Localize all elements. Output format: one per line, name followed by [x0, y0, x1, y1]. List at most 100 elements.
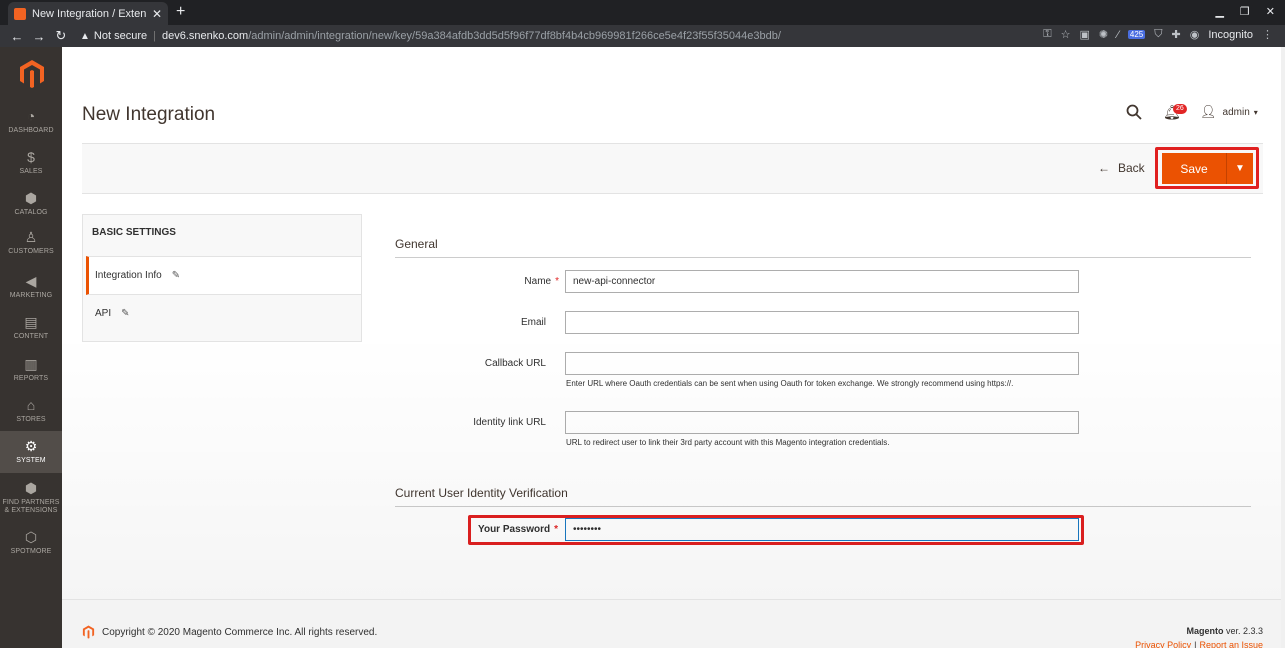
copyright-text: Copyright © 2020 Magento Commerce Inc. A…: [102, 626, 378, 638]
sidebar-item-catalog[interactable]: ⬢ CATALOG: [0, 190, 62, 231]
person-icon: ♙: [24, 229, 38, 245]
pen-extension-icon[interactable]: ⁄: [1117, 29, 1119, 41]
sidebar-item-dashboard[interactable]: ◔ DASHBOARD: [0, 108, 62, 149]
arrow-left-icon: ←: [1098, 161, 1110, 175]
store-icon: ⌂: [26, 397, 36, 413]
close-tab-icon[interactable]: ✕: [152, 7, 162, 21]
callback-url-field[interactable]: [565, 352, 1079, 375]
extension-badge[interactable]: 425: [1127, 30, 1146, 39]
back-arrow-icon[interactable]: ←: [6, 29, 28, 44]
hexagon-icon: ⬡: [24, 529, 38, 545]
link-separator: |: [1194, 640, 1197, 648]
browser-tab[interactable]: New Integration / Extensi ✕: [8, 2, 168, 25]
sidebar-item-sales[interactable]: $ SALES: [0, 149, 62, 190]
email-field[interactable]: [565, 311, 1079, 334]
footer-version: Magento ver. 2.3.3: [1186, 626, 1263, 636]
back-label: Back: [1118, 161, 1145, 175]
sidebar-item-label: STORES: [16, 416, 46, 423]
gear-icon: ⚙: [24, 438, 38, 454]
bar-chart-icon: ▥: [24, 356, 38, 372]
url-field[interactable]: ▲ Not secure | dev6.snenko.com /admin/ad…: [80, 27, 781, 45]
url-host: dev6.snenko.com: [161, 30, 249, 42]
section-divider: [395, 506, 1251, 507]
page-scrollbar[interactable]: [1281, 47, 1285, 648]
sidebar-item-label: CATALOG: [14, 209, 48, 216]
user-menu[interactable]: 👤︎ admin ▾: [1200, 104, 1258, 120]
page-actions-bar: [82, 143, 1263, 194]
callback-url-note: Enter URL where Oauth credentials can be…: [566, 379, 1014, 388]
back-button[interactable]: ← Back: [1098, 161, 1145, 175]
sidebar-item-customers[interactable]: ♙ CUSTOMERS: [0, 229, 62, 270]
browser-extensions: ⚿ ☆ ▣ ✺ ⁄ 425 ⛉ ✚ ◉ Incognito ⋮: [1043, 28, 1273, 41]
warning-icon: ▲: [80, 30, 90, 42]
dashboard-icon: ◔: [26, 108, 36, 124]
sidebar-item-label: CUSTOMERS: [8, 248, 54, 255]
shield-icon[interactable]: ⛉: [1154, 28, 1162, 41]
footer-links: Privacy Policy | Report an Issue: [1135, 640, 1263, 648]
translate-icon[interactable]: ▣: [1079, 28, 1089, 41]
identity-link-url-field[interactable]: [565, 411, 1079, 434]
star-icon[interactable]: ☆: [1061, 28, 1071, 41]
forward-arrow-icon[interactable]: →: [28, 29, 50, 44]
new-tab-button[interactable]: +: [176, 3, 185, 21]
email-label: Email: [520, 317, 546, 328]
required-asterisk: *: [555, 276, 559, 287]
version-text: ver. 2.3.3: [1225, 626, 1263, 636]
privacy-policy-link[interactable]: Privacy Policy: [1135, 640, 1191, 648]
extension-gear-icon[interactable]: ✺: [1099, 28, 1108, 41]
restore-icon[interactable]: ❐: [1240, 5, 1250, 18]
sidebar-item-system[interactable]: ⚙ SYSTEM: [0, 431, 62, 473]
minimize-icon[interactable]: ▁: [1215, 5, 1223, 18]
magento-logo-icon[interactable]: [19, 59, 45, 89]
sidebar-item-label: SYSTEM: [16, 457, 46, 464]
report-issue-link[interactable]: Report an Issue: [1199, 640, 1263, 648]
name-label: Name *: [407, 276, 559, 287]
sidebar-item-content[interactable]: ▤ CONTENT: [0, 314, 62, 355]
save-split-toggle[interactable]: ▼: [1226, 153, 1253, 184]
search-icon[interactable]: [1126, 104, 1142, 120]
chevron-down-icon: ▾: [1253, 107, 1258, 117]
puzzle-icon[interactable]: ✚: [1172, 28, 1181, 41]
sidebar-item-reports[interactable]: ▥ REPORTS: [0, 356, 62, 397]
sidebar-item-spotmore[interactable]: ⬡ SPOTMORE: [0, 529, 62, 570]
user-name: admin: [1222, 106, 1250, 118]
required-asterisk: *: [554, 524, 558, 535]
sidebar-item-label: FIND PARTNERS & EXTENSIONS: [2, 499, 60, 514]
save-label: Save: [1180, 161, 1208, 176]
magento-footer-logo-icon: [82, 625, 95, 639]
cube-icon: ⬢: [24, 190, 38, 206]
general-section-title: General: [395, 237, 438, 251]
identity-link-url-label: Identity link URL: [473, 417, 546, 428]
tab-integration-info[interactable]: Integration Info ✎: [86, 256, 361, 295]
content-icon: ▤: [24, 314, 38, 330]
not-secure-label: Not secure: [93, 30, 148, 42]
sidebar-item-label: DASHBOARD: [8, 127, 54, 134]
key-icon[interactable]: ⚿: [1043, 28, 1051, 41]
save-button[interactable]: Save: [1162, 153, 1226, 184]
password-field[interactable]: [565, 518, 1079, 541]
megaphone-icon: ◀: [25, 273, 37, 289]
incognito-label: Incognito: [1208, 28, 1253, 41]
pencil-icon: ✎: [171, 270, 181, 281]
section-divider: [395, 257, 1251, 258]
reload-icon[interactable]: ↻: [50, 28, 72, 44]
sidebar-item-label: SALES: [19, 168, 43, 175]
incognito-icon: ◉: [1189, 29, 1200, 41]
close-window-icon[interactable]: ✕: [1266, 5, 1275, 18]
notification-badge[interactable]: 26: [1173, 104, 1187, 114]
sidebar-item-find-partners[interactable]: ⬢ FIND PARTNERS & EXTENSIONS: [0, 480, 62, 521]
url-path: /admin/admin/integration/new/key/59a384a…: [248, 30, 781, 42]
verification-section-title: Current User Identity Verification: [395, 486, 568, 500]
tab-api[interactable]: API ✎: [86, 294, 361, 333]
box-icon: ⬢: [24, 480, 38, 496]
password-label: Your Password *: [474, 524, 558, 535]
browser-menu-icon[interactable]: ⋮: [1262, 28, 1273, 41]
url-separator: |: [153, 30, 156, 42]
tabs-title: BASIC SETTINGS: [92, 227, 176, 238]
browser-tabbar: New Integration / Extensi ✕ + ▁ ❐ ✕: [0, 0, 1285, 25]
sidebar-item-label: REPORTS: [13, 375, 49, 382]
browser-tab-title: New Integration / Extensi: [32, 7, 146, 20]
name-field[interactable]: [565, 270, 1079, 293]
sidebar-item-marketing[interactable]: ◀ MARKETING: [0, 273, 62, 314]
footer-brand: Magento: [1186, 626, 1224, 636]
